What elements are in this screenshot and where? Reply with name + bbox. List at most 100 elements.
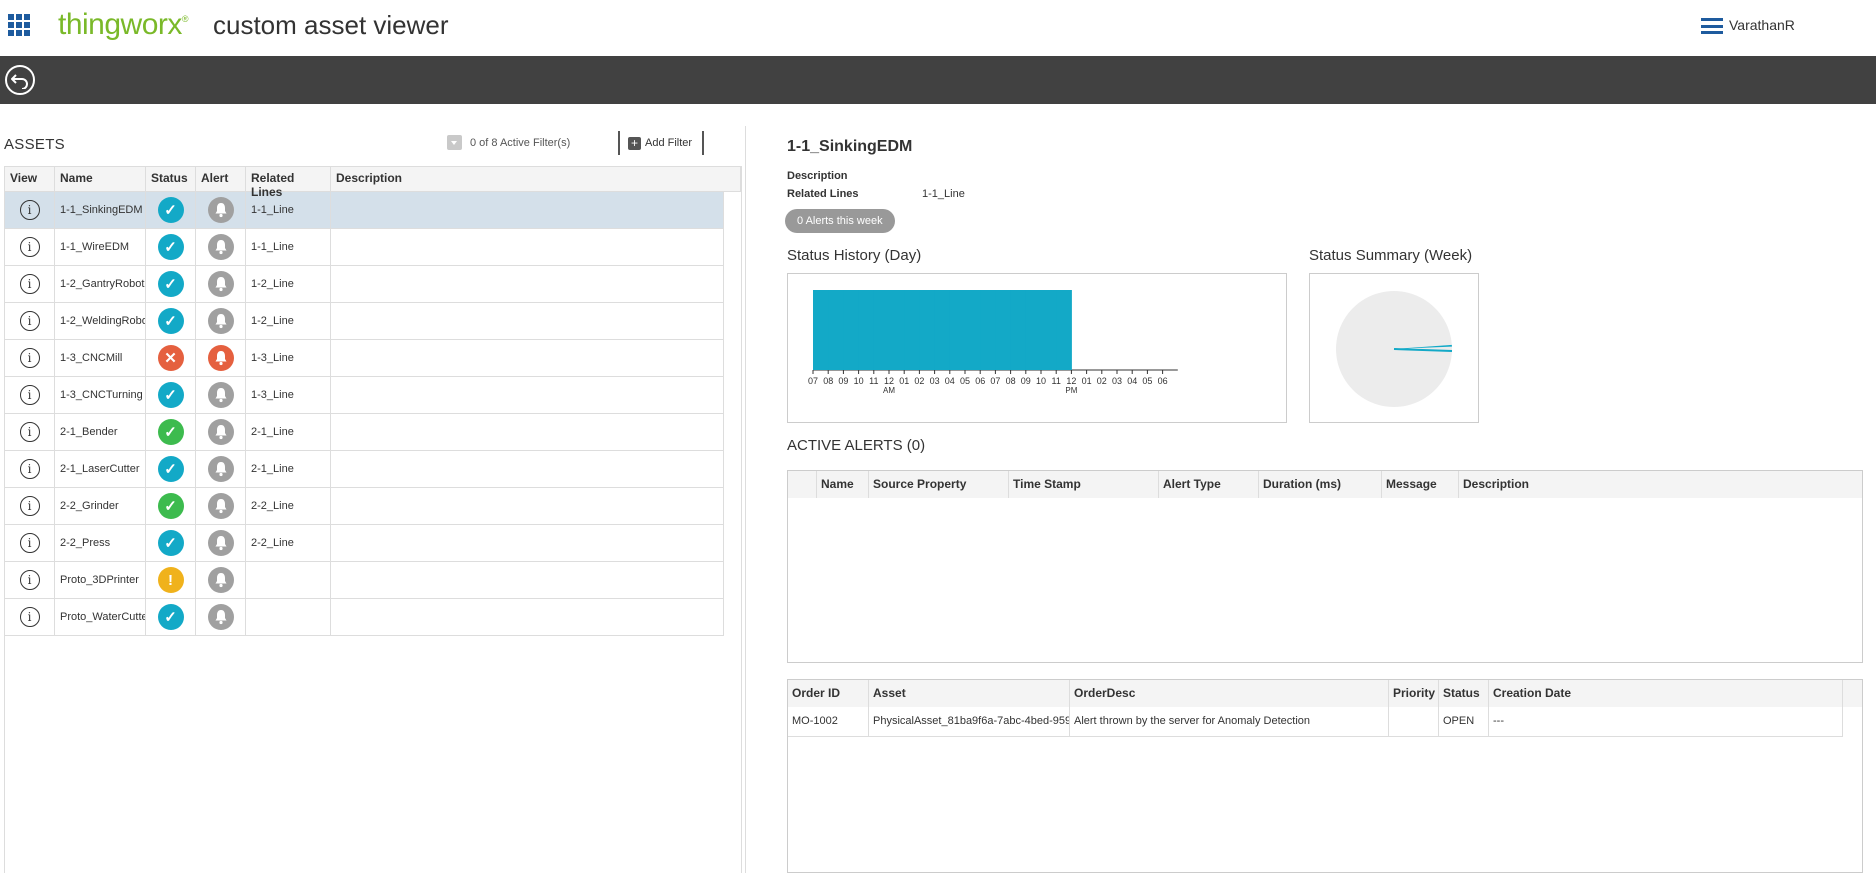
x-tick-label: 04: [945, 376, 955, 386]
add-filter-button[interactable]: + Add Filter: [618, 131, 705, 155]
asset-row[interactable]: i 1-2_WeldingRobot ✓ 1-2_Line: [5, 303, 724, 340]
checkmark-icon: ✓: [157, 197, 184, 223]
asset-row[interactable]: i 1-3_CNCMill ✕ 1-3_Line: [5, 340, 724, 377]
order-row[interactable]: MO-1002 PhysicalAsset_81ba9f6a-7abc-4bed…: [788, 707, 1843, 737]
description-cell: [331, 340, 724, 376]
filter-dropdown-icon[interactable]: [447, 135, 462, 150]
app-title: custom asset viewer: [213, 10, 449, 40]
add-filter-label: Add Filter: [645, 137, 693, 149]
orders-column-creation-date[interactable]: Creation Date: [1489, 680, 1843, 707]
alerts-column-alert-type[interactable]: Alert Type: [1159, 471, 1259, 498]
alerts-column-duration[interactable]: Duration (ms): [1259, 471, 1382, 498]
x-tick-label: 01: [1082, 376, 1092, 386]
toolbar: [0, 56, 1876, 104]
hamburger-menu-icon[interactable]: [1701, 18, 1723, 34]
related-line-cell: 2-2_Line: [246, 525, 331, 561]
back-icon[interactable]: [5, 65, 35, 95]
orders-column-status[interactable]: Status: [1439, 680, 1489, 707]
orders-grid: Order ID Asset OrderDesc Priority Status…: [787, 679, 1863, 873]
status-bar: [1041, 290, 1057, 370]
info-icon[interactable]: i: [19, 459, 40, 479]
asset-row[interactable]: i Proto_WaterCutter ✓: [5, 599, 724, 636]
asset-row[interactable]: i 2-2_Press ✓ 2-2_Line: [5, 525, 724, 562]
description-cell: [331, 414, 724, 450]
bell-icon: [207, 197, 234, 223]
active-alerts-grid: Name Source Property Time Stamp Alert Ty…: [787, 470, 1863, 663]
info-icon[interactable]: i: [19, 385, 40, 405]
x-tick-label: 02: [914, 376, 924, 386]
order-priority-cell: [1389, 707, 1439, 736]
alerts-column-source-property[interactable]: Source Property: [869, 471, 1009, 498]
status-history-svg: 07 08 09 10 11 12 01 02 03 04 05 06 07 08 09 10 11 12 01 02…: [808, 290, 1178, 395]
info-icon[interactable]: i: [19, 570, 40, 590]
x-tick-label: 11: [1052, 376, 1061, 386]
column-header-view[interactable]: View: [5, 167, 55, 191]
info-icon[interactable]: i: [19, 274, 40, 294]
x-tick-label: 09: [1021, 376, 1031, 386]
column-header-status[interactable]: Status: [146, 167, 196, 191]
alerts-this-week-badge[interactable]: 0 Alerts this week: [785, 209, 895, 233]
info-icon[interactable]: i: [19, 348, 40, 368]
active-filters[interactable]: 0 of 8 Active Filter(s): [447, 135, 570, 150]
checkmark-icon: ✓: [157, 493, 184, 519]
x-tick-label: 09: [838, 376, 848, 386]
error-x-icon: ✕: [157, 345, 184, 371]
x-tick-label: 03: [930, 376, 940, 386]
x-tick-label: 12: [1066, 376, 1076, 386]
column-header-name[interactable]: Name: [55, 167, 146, 191]
asset-row[interactable]: i 1-1_WireEDM ✓ 1-1_Line: [5, 229, 724, 266]
description-cell: [331, 599, 724, 635]
info-icon[interactable]: i: [19, 311, 40, 331]
alerts-column-name[interactable]: Name: [817, 471, 869, 498]
checkmark-icon: ✓: [157, 530, 184, 556]
x-tick-label: 03: [1112, 376, 1122, 386]
info-icon[interactable]: i: [19, 200, 40, 220]
x-tick-label: 08: [823, 376, 833, 386]
order-created-cell: ---: [1489, 707, 1843, 736]
asset-row[interactable]: i 1-1_SinkingEDM ✓ 1-1_Line: [5, 192, 724, 229]
related-line-cell: 1-1_Line: [246, 229, 331, 265]
column-header-alert[interactable]: Alert: [196, 167, 246, 191]
x-tick-label: 06: [975, 376, 985, 386]
bell-icon: [207, 234, 234, 260]
info-icon[interactable]: i: [19, 607, 40, 627]
orders-column-asset[interactable]: Asset: [869, 680, 1070, 707]
app-launcher-icon[interactable]: [8, 14, 30, 36]
status-bar: [995, 290, 1012, 370]
status-bar: [1025, 290, 1042, 370]
asset-row[interactable]: i 1-2_GantryRobot ✓ 1-2_Line: [5, 266, 724, 303]
status-summary-chart: [1309, 273, 1479, 423]
username[interactable]: VarathanR: [1729, 17, 1795, 33]
info-icon[interactable]: i: [19, 237, 40, 257]
asset-row[interactable]: i Proto_3DPrinter!: [5, 562, 724, 599]
related-line-cell: 2-1_Line: [246, 414, 331, 450]
status-bar: [980, 290, 996, 370]
description-cell: [331, 562, 724, 598]
alerts-column-description[interactable]: Description: [1459, 471, 1862, 498]
related-line-cell: 1-2_Line: [246, 303, 331, 339]
column-header-description[interactable]: Description: [331, 167, 741, 191]
asset-row[interactable]: i 2-1_Bender ✓ 2-1_Line: [5, 414, 724, 451]
asset-row[interactable]: i 1-3_CNCTurning ✓ 1-3_Line: [5, 377, 724, 414]
related-line-cell: [246, 562, 331, 598]
orders-column-priority[interactable]: Priority: [1389, 680, 1439, 707]
alerts-column-time-stamp[interactable]: Time Stamp: [1009, 471, 1159, 498]
column-header-related-lines[interactable]: Related Lines: [246, 167, 331, 199]
info-icon[interactable]: i: [19, 533, 40, 553]
description-cell: [331, 192, 724, 228]
info-icon[interactable]: i: [19, 422, 40, 442]
related-line-cell: 1-3_Line: [246, 377, 331, 413]
asset-row[interactable]: i 2-2_Grinder ✓ 2-2_Line: [5, 488, 724, 525]
assets-panel: ASSETS 0 of 8 Active Filter(s) + Add Fil…: [0, 126, 746, 873]
bell-icon: [207, 419, 234, 445]
orders-column-order-id[interactable]: Order ID: [788, 680, 869, 707]
status-summary-title: Status Summary (Week): [1309, 247, 1473, 264]
alerts-column-message[interactable]: Message: [1382, 471, 1459, 498]
related-line-cell: 2-2_Line: [246, 488, 331, 524]
description-cell: [331, 488, 724, 524]
orders-column-orderdesc[interactable]: OrderDesc: [1070, 680, 1389, 707]
status-bar: [934, 290, 951, 370]
assets-grid: View Name Status Alert Related Lines Des…: [4, 166, 742, 873]
info-icon[interactable]: i: [19, 496, 40, 516]
asset-row[interactable]: i 2-1_LaserCutter ✓ 2-1_Line: [5, 451, 724, 488]
